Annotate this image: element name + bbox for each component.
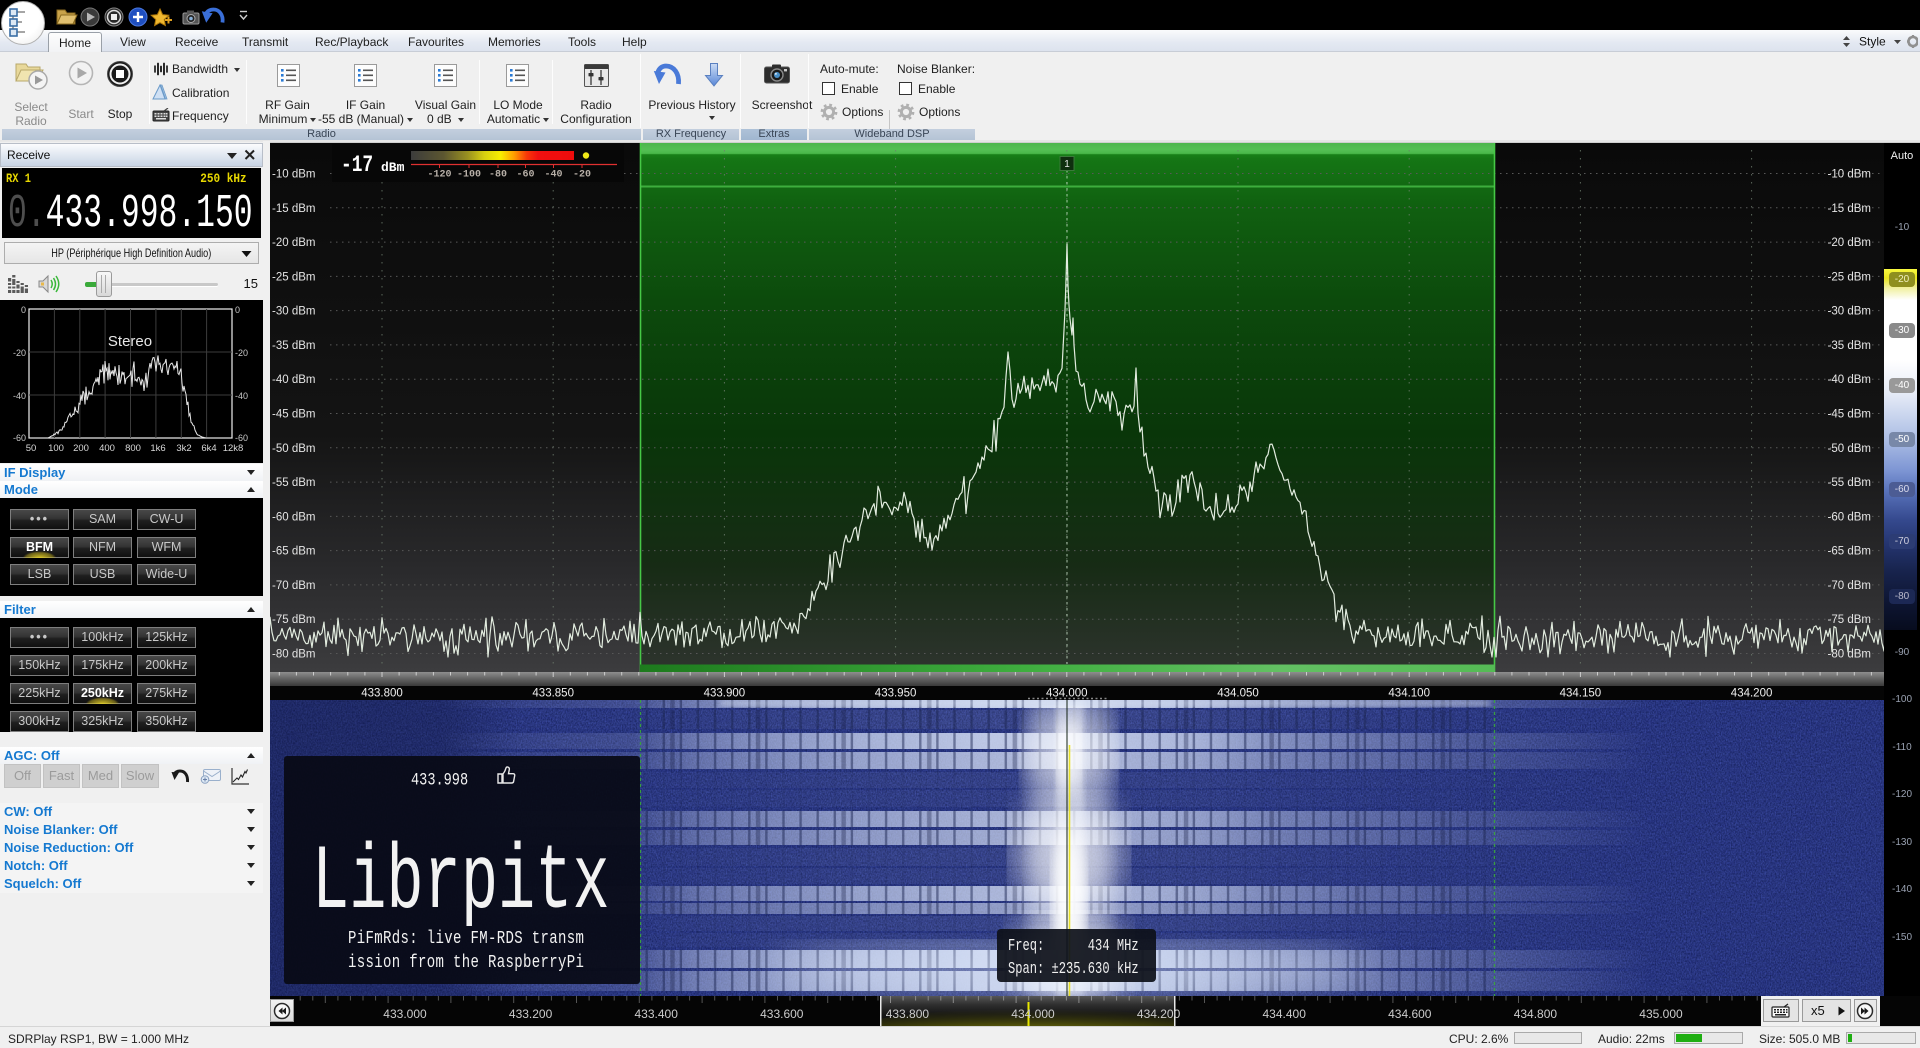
svg-text:433.200: 433.200 <box>509 1007 553 1021</box>
svg-text:800: 800 <box>125 443 141 454</box>
svg-text:-15 dBm: -15 dBm <box>272 203 315 215</box>
svg-text:-60 dBm: -60 dBm <box>1828 511 1871 523</box>
svg-text:-60: -60 <box>13 433 26 443</box>
svg-text:-35 dBm: -35 dBm <box>272 340 315 352</box>
svg-text:-25 dBm: -25 dBm <box>272 271 315 283</box>
svg-text:-40 dBm: -40 dBm <box>272 374 315 386</box>
svg-text:-17: -17 <box>341 153 373 179</box>
svg-text:435.000: 435.000 <box>1639 1007 1683 1021</box>
svg-text:-75 dBm: -75 dBm <box>272 614 315 626</box>
svg-text:434.600: 434.600 <box>1388 1007 1432 1021</box>
svg-text:-65 dBm: -65 dBm <box>1828 546 1871 558</box>
svg-text:-20: -20 <box>235 348 248 358</box>
svg-text:1k6: 1k6 <box>150 443 165 454</box>
svg-text:dBm: dBm <box>381 160 405 175</box>
svg-text:-55 dBm: -55 dBm <box>1828 477 1871 489</box>
svg-text:434.150: 434.150 <box>1560 688 1602 700</box>
svg-text:-55 dBm: -55 dBm <box>272 477 315 489</box>
svg-text:434.000: 434.000 <box>1046 688 1088 700</box>
svg-text:50: 50 <box>26 443 37 454</box>
svg-text:433.800: 433.800 <box>361 688 403 700</box>
svg-text:433.000: 433.000 <box>383 1007 427 1021</box>
svg-text:-20 dBm: -20 dBm <box>1828 237 1871 249</box>
svg-text:-30 dBm: -30 dBm <box>1828 306 1871 318</box>
svg-text:434.200: 434.200 <box>1137 1007 1181 1021</box>
svg-text:0: 0 <box>21 305 26 315</box>
svg-text:433.600: 433.600 <box>760 1007 804 1021</box>
svg-text:433.950: 433.950 <box>875 688 917 700</box>
svg-text:-40: -40 <box>544 170 562 181</box>
svg-text:-50 dBm: -50 dBm <box>272 443 315 455</box>
svg-text:-25 dBm: -25 dBm <box>1828 271 1871 283</box>
svg-text:-35 dBm: -35 dBm <box>1828 340 1871 352</box>
svg-text:-80 dBm: -80 dBm <box>1828 649 1871 661</box>
svg-text:-60 dBm: -60 dBm <box>272 511 315 523</box>
svg-text:-40 dBm: -40 dBm <box>1828 374 1871 386</box>
svg-text:-45 dBm: -45 dBm <box>1828 409 1871 421</box>
svg-text:434.400: 434.400 <box>1263 1007 1307 1021</box>
svg-text:-80 dBm: -80 dBm <box>272 649 315 661</box>
svg-text:-40: -40 <box>235 391 248 401</box>
svg-text:-10 dBm: -10 dBm <box>1828 169 1871 181</box>
svg-text:1: 1 <box>1064 159 1070 170</box>
svg-text:-40: -40 <box>13 391 26 401</box>
svg-text:434.100: 434.100 <box>1388 688 1430 700</box>
svg-text:0: 0 <box>235 305 240 315</box>
svg-text:-20: -20 <box>13 348 26 358</box>
svg-text:200: 200 <box>73 443 89 454</box>
svg-text:433.800: 433.800 <box>886 1007 930 1021</box>
svg-text:-70 dBm: -70 dBm <box>272 580 315 592</box>
svg-text:Style: Style <box>1859 35 1886 49</box>
svg-text:433.850: 433.850 <box>532 688 574 700</box>
svg-text:-65 dBm: -65 dBm <box>272 546 315 558</box>
svg-text:-60: -60 <box>516 170 534 181</box>
svg-text:-10 dBm: -10 dBm <box>272 169 315 181</box>
svg-text:-20 dBm: -20 dBm <box>272 237 315 249</box>
svg-text:3k2: 3k2 <box>176 443 191 454</box>
svg-text:433.900: 433.900 <box>704 688 746 700</box>
svg-text:400: 400 <box>99 443 115 454</box>
svg-text:-120: -120 <box>427 170 451 181</box>
svg-text:-60: -60 <box>235 433 248 443</box>
svg-text:12k8: 12k8 <box>223 443 244 454</box>
svg-text:-50 dBm: -50 dBm <box>1828 443 1871 455</box>
svg-text:-30 dBm: -30 dBm <box>272 306 315 318</box>
svg-text:-20: -20 <box>573 170 591 181</box>
svg-text:434.200: 434.200 <box>1731 688 1773 700</box>
svg-text:Stereo: Stereo <box>108 333 152 350</box>
svg-text:433.400: 433.400 <box>635 1007 679 1021</box>
svg-text:100: 100 <box>48 443 64 454</box>
svg-text:6k4: 6k4 <box>201 443 216 454</box>
svg-text:-100: -100 <box>457 170 481 181</box>
svg-text:-15 dBm: -15 dBm <box>1828 203 1871 215</box>
svg-text:-80: -80 <box>489 170 507 181</box>
svg-text:-70 dBm: -70 dBm <box>1828 580 1871 592</box>
svg-text:434.000: 434.000 <box>1011 1007 1055 1021</box>
svg-text:434.800: 434.800 <box>1514 1007 1558 1021</box>
svg-text:-75 dBm: -75 dBm <box>1828 614 1871 626</box>
svg-text:-45 dBm: -45 dBm <box>272 409 315 421</box>
svg-text:434.050: 434.050 <box>1217 688 1259 700</box>
